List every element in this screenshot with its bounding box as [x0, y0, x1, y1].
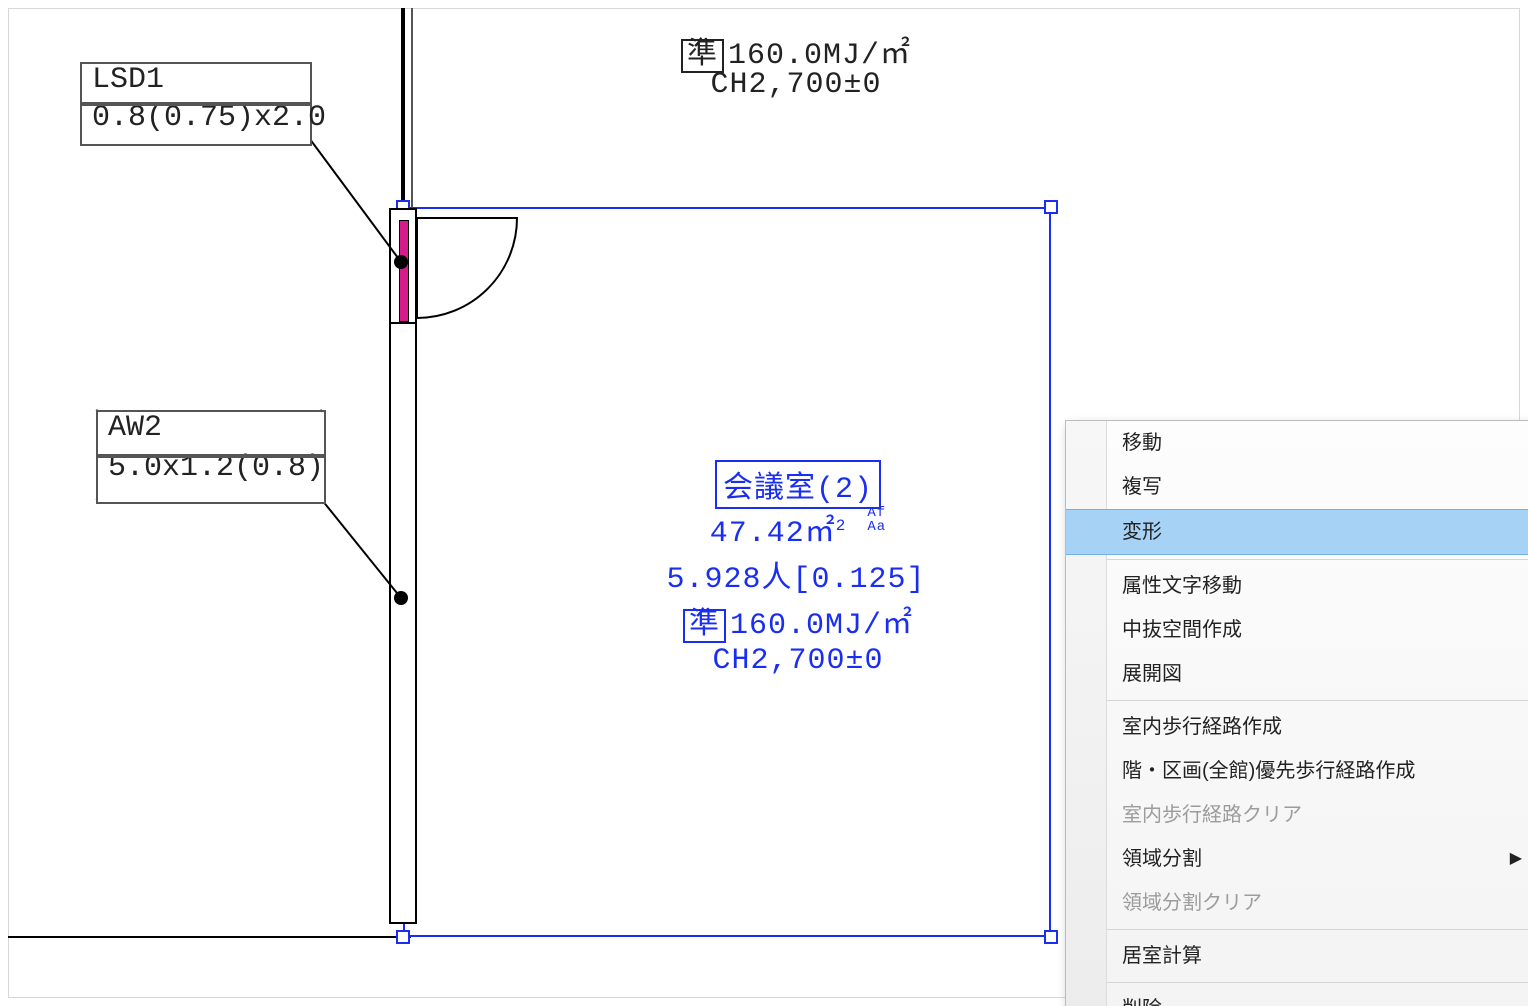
menu-item[interactable]: 室内歩行経路作成	[1066, 705, 1528, 749]
resize-handle[interactable]	[1044, 200, 1058, 214]
tag-divider	[98, 454, 324, 458]
menu-item[interactable]: 属性文字移動	[1066, 564, 1528, 608]
leader-dot	[394, 591, 408, 605]
resize-handle[interactable]	[1044, 930, 1058, 944]
tag-divider	[82, 102, 310, 106]
wall-upper-inner	[411, 8, 413, 208]
menu-item: 領域分割クリア	[1066, 881, 1528, 925]
menu-item-label: 階・区画(全館)優先歩行経路作成	[1122, 760, 1415, 782]
room-ceiling: CH2,700±0	[608, 644, 988, 678]
menu-item[interactable]: 展開図	[1066, 652, 1528, 696]
menu-item-label: 削除	[1122, 998, 1162, 1006]
menu-item[interactable]: 中抜空間作成	[1066, 608, 1528, 652]
room-name: 会議室(2)	[608, 460, 988, 509]
tag-line1: LSD1	[82, 64, 310, 98]
menu-item[interactable]: 階・区画(全館)優先歩行経路作成	[1066, 749, 1528, 793]
floor-line	[8, 936, 411, 938]
context-menu[interactable]: 移動複写変形属性文字移動中抜空間作成展開図室内歩行経路作成階・区画(全館)優先歩…	[1065, 420, 1528, 1006]
upper-room-heat: 準160.0MJ/㎡	[636, 28, 956, 73]
menu-item-label: 室内歩行経路クリア	[1122, 804, 1302, 826]
tag-line1: AW2	[98, 412, 324, 446]
menu-item[interactable]: 移動	[1066, 421, 1528, 465]
menu-item[interactable]: 居室計算	[1066, 934, 1528, 978]
room-heat: 準160.0MJ/㎡	[608, 598, 988, 643]
menu-item-label: 複写	[1122, 476, 1162, 498]
menu-item-label: 領域分割	[1122, 848, 1202, 870]
menu-separator	[1074, 982, 1528, 983]
room-occupants: 5.928人[0.125]	[576, 552, 1016, 597]
menu-item-label: 室内歩行経路作成	[1122, 716, 1282, 738]
cad-canvas[interactable]: { "tags": { "lsd1": { "line1": "LSD1", "…	[0, 0, 1528, 1006]
resize-handle[interactable]	[396, 930, 410, 944]
menu-item[interactable]: 削除	[1066, 987, 1528, 1006]
menu-item-label: 居室計算	[1122, 945, 1202, 967]
menu-item-label: 変形	[1122, 521, 1162, 543]
menu-item[interactable]: 変形	[1066, 509, 1528, 555]
menu-item-label: 領域分割クリア	[1122, 892, 1262, 914]
upper-room-ceiling: CH2,700±0	[636, 68, 956, 102]
menu-item-label: 中抜空間作成	[1122, 619, 1242, 641]
wall-upper-outer	[401, 8, 405, 208]
menu-item-label: 展開図	[1122, 663, 1182, 685]
menu-separator	[1074, 559, 1528, 560]
menu-item[interactable]: 複写	[1066, 465, 1528, 509]
window-tag-aw2[interactable]: AW2 5.0x1.2(0.8)	[96, 410, 326, 504]
menu-separator	[1074, 700, 1528, 701]
leader-dot	[394, 255, 408, 269]
tag-line2: 0.8(0.75)x2.0	[82, 102, 310, 136]
door-leaf	[399, 220, 409, 322]
menu-item-label: 移動	[1122, 432, 1162, 454]
room-area: 47.42㎡2 AfAa	[608, 506, 988, 551]
submenu-arrow-icon: ▶	[1510, 837, 1522, 881]
menu-item[interactable]: 領域分割 ▶	[1066, 837, 1528, 881]
menu-separator	[1074, 929, 1528, 930]
wall-vertical	[389, 208, 417, 924]
menu-item-label: 属性文字移動	[1122, 575, 1242, 597]
menu-item: 室内歩行経路クリア	[1066, 793, 1528, 837]
door-tag-lsd1[interactable]: LSD1 0.8(0.75)x2.0	[80, 62, 312, 146]
